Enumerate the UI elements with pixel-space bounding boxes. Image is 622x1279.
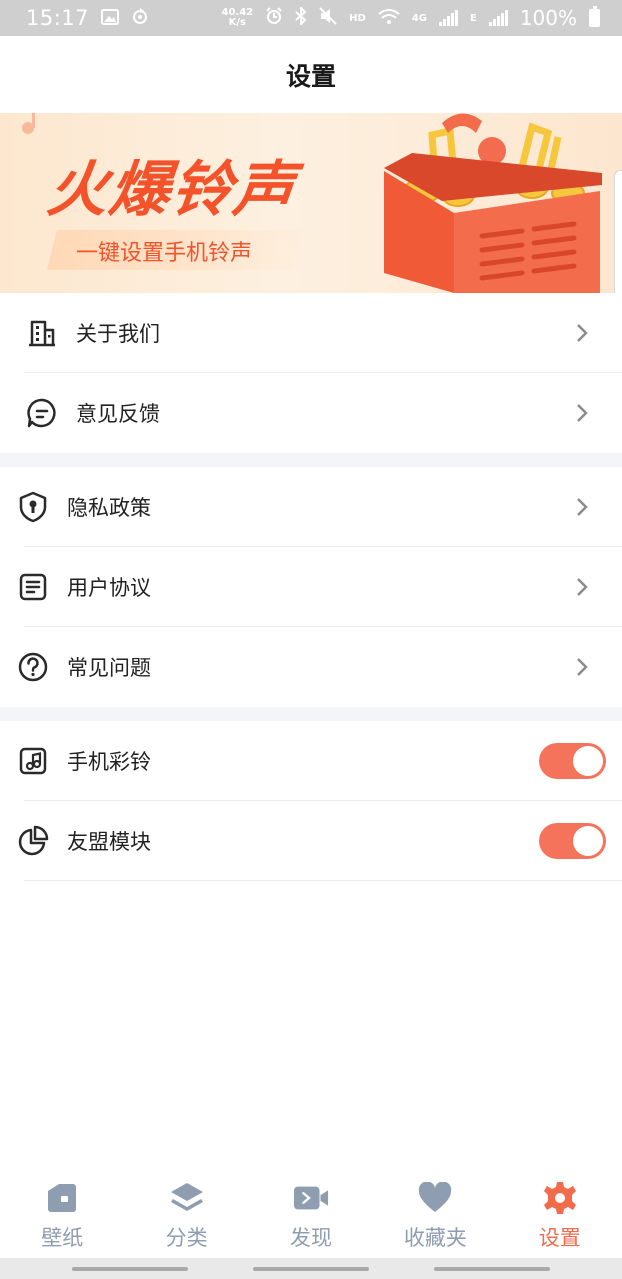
network-e-label: E <box>469 12 477 24</box>
signal-icon <box>438 10 458 26</box>
music-note-icon <box>17 745 49 777</box>
gesture-handle[interactable] <box>252 1266 369 1271</box>
page-header: 设置 <box>0 36 622 113</box>
chevron-right-icon <box>577 404 588 422</box>
menu-item-color-ringtone: 手机彩铃 <box>0 721 622 801</box>
layers-icon <box>169 1180 205 1216</box>
chevron-right-icon <box>577 578 588 596</box>
gesture-handle[interactable] <box>433 1266 550 1271</box>
shield-lock-icon <box>17 491 49 523</box>
section-gap <box>0 707 622 721</box>
bluetooth-icon <box>295 5 307 30</box>
menu-label: 隐私政策 <box>67 496 151 520</box>
menu-item-feedback[interactable]: 意见反馈 <box>0 373 622 453</box>
question-icon <box>17 651 49 683</box>
battery-icon <box>589 6 600 27</box>
toggle-knob <box>573 746 603 776</box>
document-icon <box>17 571 49 603</box>
color-ringtone-toggle[interactable] <box>539 743 606 779</box>
menu-label: 常见问题 <box>67 656 151 680</box>
menu-item-umeng-module: 友盟模块 <box>0 801 622 881</box>
menu-label: 手机彩铃 <box>67 750 151 774</box>
nav-label: 发现 <box>289 1226 332 1250</box>
ringtone-banner[interactable]: 火爆铃声 一键设置手机铃声 <box>0 113 622 293</box>
system-gesture-bar <box>0 1258 622 1279</box>
wallpaper-icon <box>44 1180 80 1216</box>
nav-tab-category[interactable]: 分类 <box>125 1164 249 1258</box>
nav-tab-wallpaper[interactable]: 壁纸 <box>0 1164 124 1258</box>
net-speed: 40.42 K/s <box>221 7 254 28</box>
image-icon <box>101 6 120 30</box>
toggle-knob <box>573 826 603 856</box>
nav-label: 收藏夹 <box>403 1226 467 1250</box>
signal-icon-2 <box>488 10 508 26</box>
feedback-icon <box>26 397 58 429</box>
umeng-module-toggle[interactable] <box>539 823 606 859</box>
nav-tab-discover[interactable]: 发现 <box>249 1164 373 1258</box>
nav-tab-settings[interactable]: 设置 <box>498 1164 622 1258</box>
music-note-decoration-icon <box>22 113 35 134</box>
building-icon <box>26 317 58 349</box>
music-box-illustration-icon <box>384 113 602 293</box>
status-time: 15:17 <box>26 6 90 30</box>
menu-label: 意见反馈 <box>76 402 160 426</box>
menu-item-faq[interactable]: 常见问题 <box>0 627 622 707</box>
menu-item-privacy-policy[interactable]: 隐私政策 <box>0 467 622 547</box>
section-gap <box>0 453 622 467</box>
mute-icon <box>319 6 337 30</box>
gear-icon <box>542 1180 578 1216</box>
page-title: 设置 <box>285 61 336 91</box>
pie-chart-icon <box>17 825 49 857</box>
nav-label: 分类 <box>165 1226 208 1250</box>
status-bar: 15:17 40.42 K/s HD 4G E 100% <box>0 0 622 36</box>
nav-tab-favorites[interactable]: 收藏夹 <box>373 1164 497 1258</box>
network-4g-label: 4G <box>411 12 427 24</box>
menu-label: 友盟模块 <box>67 830 151 854</box>
nav-label: 设置 <box>538 1226 581 1250</box>
chevron-right-icon <box>577 658 588 676</box>
battery-percent: 100% <box>519 6 577 30</box>
sync-icon <box>131 6 149 30</box>
banner-subtitle: 一键设置手机铃声 <box>76 241 253 266</box>
chevron-right-icon <box>577 498 588 516</box>
banner-title: 火爆铃声 <box>43 155 300 225</box>
chevron-right-icon <box>577 324 588 342</box>
nav-label: 壁纸 <box>41 1226 84 1250</box>
menu-group-toggles: 手机彩铃 友盟模块 <box>0 721 622 881</box>
menu-group-about: 关于我们 意见反馈 <box>0 293 622 453</box>
video-icon <box>293 1180 329 1216</box>
menu-item-about-us[interactable]: 关于我们 <box>0 293 622 373</box>
divider <box>24 880 622 881</box>
menu-label: 关于我们 <box>76 322 160 346</box>
hd-indicator: HD <box>349 12 366 24</box>
menu-group-policy: 隐私政策 用户协议 常见问题 <box>0 467 622 707</box>
bottom-navigation: 壁纸 分类 发现 收藏夹 设置 <box>0 1164 622 1258</box>
alarm-icon <box>265 6 283 30</box>
menu-item-user-agreement[interactable]: 用户协议 <box>0 547 622 627</box>
menu-label: 用户协议 <box>67 576 151 600</box>
wifi-icon <box>378 6 400 30</box>
heart-icon <box>417 1180 453 1216</box>
gesture-handle[interactable] <box>72 1266 189 1271</box>
